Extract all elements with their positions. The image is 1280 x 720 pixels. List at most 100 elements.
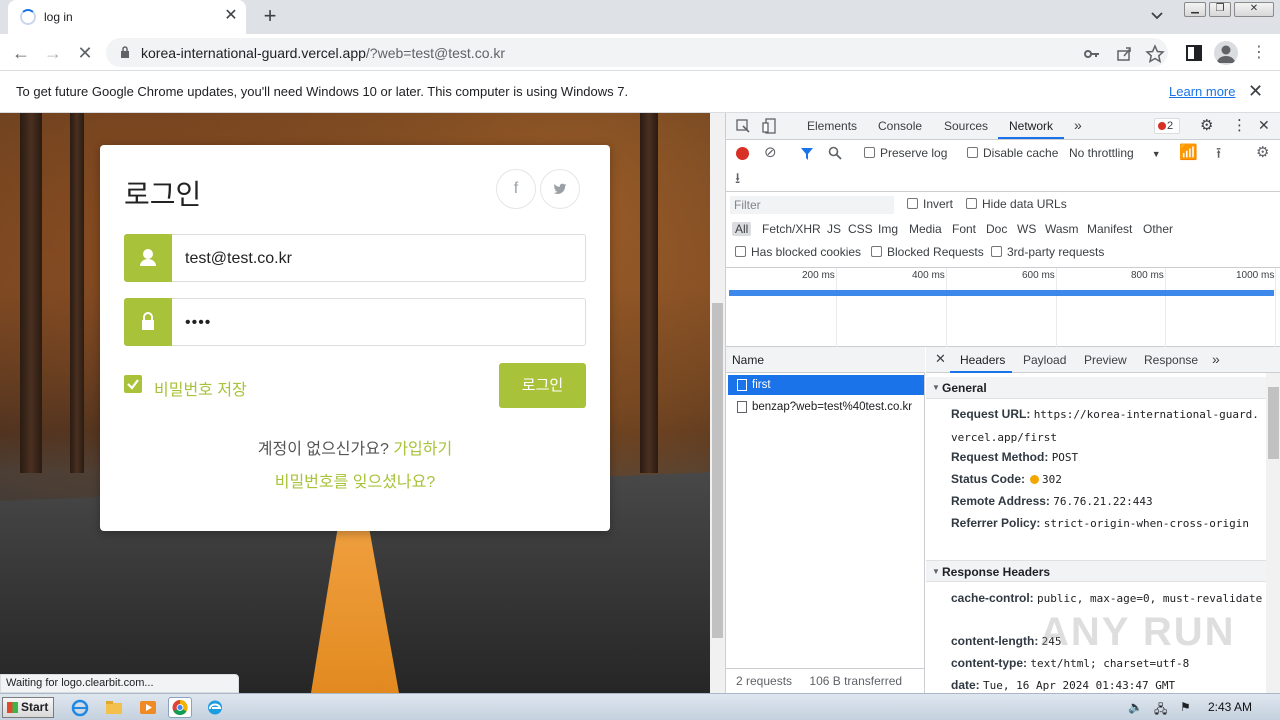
- tab-elements[interactable]: Elements: [807, 119, 857, 133]
- preserve-log-checkbox[interactable]: Preserve log: [864, 146, 947, 160]
- error-count-badge[interactable]: 2: [1154, 118, 1180, 134]
- name-column-header[interactable]: Name: [726, 347, 925, 373]
- menu-icon[interactable]: ⋮: [1248, 42, 1270, 64]
- clear-icon[interactable]: ⊘: [764, 143, 777, 161]
- signup-link[interactable]: 가입하기: [393, 441, 452, 458]
- tab-headers[interactable]: Headers: [960, 353, 1005, 367]
- tab-search-icon[interactable]: [1150, 8, 1170, 26]
- restore-button[interactable]: ❐: [1209, 2, 1231, 17]
- response-headers-section-header[interactable]: Response Headers: [926, 560, 1266, 583]
- new-tab-button[interactable]: +: [258, 5, 282, 29]
- key-icon[interactable]: [1082, 44, 1102, 64]
- bookmark-star-icon[interactable]: [1145, 44, 1165, 64]
- invert-checkbox[interactable]: Invert: [907, 197, 953, 211]
- filter-input[interactable]: Filter: [730, 196, 894, 214]
- settings-gear-icon[interactable]: ⚙: [1200, 116, 1213, 134]
- timeline-overview[interactable]: 200 ms 400 ms 600 ms 800 ms 1000 ms: [726, 268, 1280, 347]
- tab-sources[interactable]: Sources: [944, 119, 988, 133]
- tab-console[interactable]: Console: [878, 119, 922, 133]
- media-player-icon[interactable]: [136, 697, 160, 718]
- forward-icon[interactable]: →: [42, 42, 64, 64]
- login-button[interactable]: 로그인: [499, 363, 586, 408]
- explorer-icon[interactable]: [102, 697, 126, 718]
- timeline-tick-label: 200 ms: [802, 270, 835, 281]
- password-field[interactable]: ••••: [124, 298, 586, 346]
- filter-type-js[interactable]: JS: [827, 222, 841, 236]
- devtools-menu-icon[interactable]: ⋮: [1232, 116, 1247, 134]
- filter-type-ws[interactable]: WS: [1017, 222, 1036, 236]
- request-row[interactable]: benzap?web=test%40test.co.kr: [728, 397, 924, 417]
- export-har-icon[interactable]: ⭳: [735, 168, 740, 193]
- devtools-close-icon[interactable]: ✕: [1258, 117, 1270, 134]
- hide-data-urls-checkbox[interactable]: Hide data URLs: [966, 197, 1067, 211]
- filter-type-fetch[interactable]: Fetch/XHR: [762, 222, 821, 236]
- details-scroll-thumb[interactable]: [1268, 387, 1279, 459]
- minimize-button[interactable]: ▁: [1184, 2, 1206, 17]
- import-har-icon[interactable]: ⭱: [1216, 143, 1221, 168]
- stop-icon[interactable]: ✕: [74, 42, 96, 64]
- back-icon[interactable]: ←: [10, 42, 32, 64]
- request-method-row: Request Method: POST: [951, 450, 1079, 464]
- request-list: Name first benzap?web=test%40test.co.kr …: [726, 347, 925, 693]
- search-icon[interactable]: [828, 146, 842, 160]
- network-conditions-icon[interactable]: 📶: [1179, 143, 1198, 161]
- general-section-header[interactable]: General: [926, 377, 1266, 399]
- side-panel-icon[interactable]: [1184, 43, 1204, 63]
- chrome-icon[interactable]: [168, 697, 192, 718]
- device-toolbar-icon[interactable]: [762, 118, 777, 134]
- third-party-checkbox[interactable]: 3rd-party requests: [991, 245, 1104, 259]
- detail-tabbar: ✕ Headers Payload Preview Response »: [926, 347, 1280, 373]
- profile-avatar[interactable]: [1214, 41, 1238, 65]
- address-bar[interactable]: korea-international-guard.vercel.app/?we…: [106, 38, 1168, 67]
- details-scrollbar[interactable]: [1266, 373, 1280, 693]
- filter-type-all[interactable]: All: [732, 222, 752, 236]
- remote-address-row: Remote Address: 76.76.21.22:443: [951, 494, 1153, 508]
- filter-type-manifest[interactable]: Manifest: [1087, 222, 1132, 236]
- action-center-flag-icon[interactable]: ⚑: [1180, 700, 1194, 714]
- email-field[interactable]: test@test.co.kr: [124, 234, 586, 282]
- filter-icon[interactable]: [800, 147, 814, 161]
- forgot-password-link[interactable]: 비밀번호를 잊으셨나요?: [100, 468, 610, 492]
- tab-payload[interactable]: Payload: [1023, 353, 1066, 367]
- request-row[interactable]: first: [728, 375, 924, 395]
- filter-type-wasm[interactable]: Wasm: [1045, 222, 1079, 236]
- throttling-select[interactable]: No throttling ▼: [1069, 146, 1161, 160]
- tab-preview[interactable]: Preview: [1084, 353, 1127, 367]
- tab-network[interactable]: Network: [1009, 119, 1053, 133]
- page-scrollbar[interactable]: [710, 113, 725, 693]
- filter-type-other[interactable]: Other: [1143, 222, 1173, 236]
- twitter-icon[interactable]: [540, 169, 580, 209]
- share-icon[interactable]: [1114, 44, 1134, 64]
- network-icon[interactable]: 🖧: [1154, 700, 1168, 716]
- remember-checkbox[interactable]: [124, 375, 142, 393]
- taskbar-clock[interactable]: 2:43 AM: [1208, 700, 1252, 714]
- filter-type-css[interactable]: CSS: [848, 222, 873, 236]
- infobar-close-icon[interactable]: ✕: [1248, 81, 1263, 102]
- blocked-requests-checkbox[interactable]: Blocked Requests: [871, 245, 984, 259]
- inspect-icon[interactable]: [736, 119, 751, 134]
- edge-icon[interactable]: [203, 697, 227, 718]
- tab-close-icon[interactable]: ✕: [222, 7, 240, 25]
- facebook-icon[interactable]: f: [496, 169, 536, 209]
- filter-type-media[interactable]: Media: [909, 222, 942, 236]
- more-detail-tabs-icon[interactable]: »: [1212, 351, 1220, 367]
- remember-label[interactable]: 비밀번호 저장: [154, 376, 247, 400]
- tab-response[interactable]: Response: [1144, 353, 1198, 367]
- close-details-icon[interactable]: ✕: [935, 351, 946, 367]
- filter-type-img[interactable]: Img: [878, 222, 898, 236]
- window-close-button[interactable]: ✕: [1234, 2, 1274, 17]
- disable-cache-checkbox[interactable]: Disable cache: [967, 146, 1058, 160]
- blocked-cookies-checkbox[interactable]: Has blocked cookies: [735, 245, 861, 259]
- timeline-tick-label: 600 ms: [1022, 270, 1055, 281]
- ie-icon[interactable]: [68, 697, 92, 718]
- start-button[interactable]: Start: [2, 697, 54, 718]
- network-settings-icon[interactable]: ⚙: [1256, 143, 1269, 161]
- volume-icon[interactable]: 🔈: [1128, 700, 1143, 714]
- record-icon[interactable]: [736, 147, 749, 160]
- filter-type-doc[interactable]: Doc: [986, 222, 1007, 236]
- page-scroll-thumb[interactable]: [712, 303, 723, 638]
- learn-more-link[interactable]: Learn more: [1169, 84, 1235, 99]
- more-tabs-icon[interactable]: »: [1074, 117, 1082, 133]
- filter-type-font[interactable]: Font: [952, 222, 976, 236]
- browser-tab[interactable]: log in ✕: [8, 0, 246, 34]
